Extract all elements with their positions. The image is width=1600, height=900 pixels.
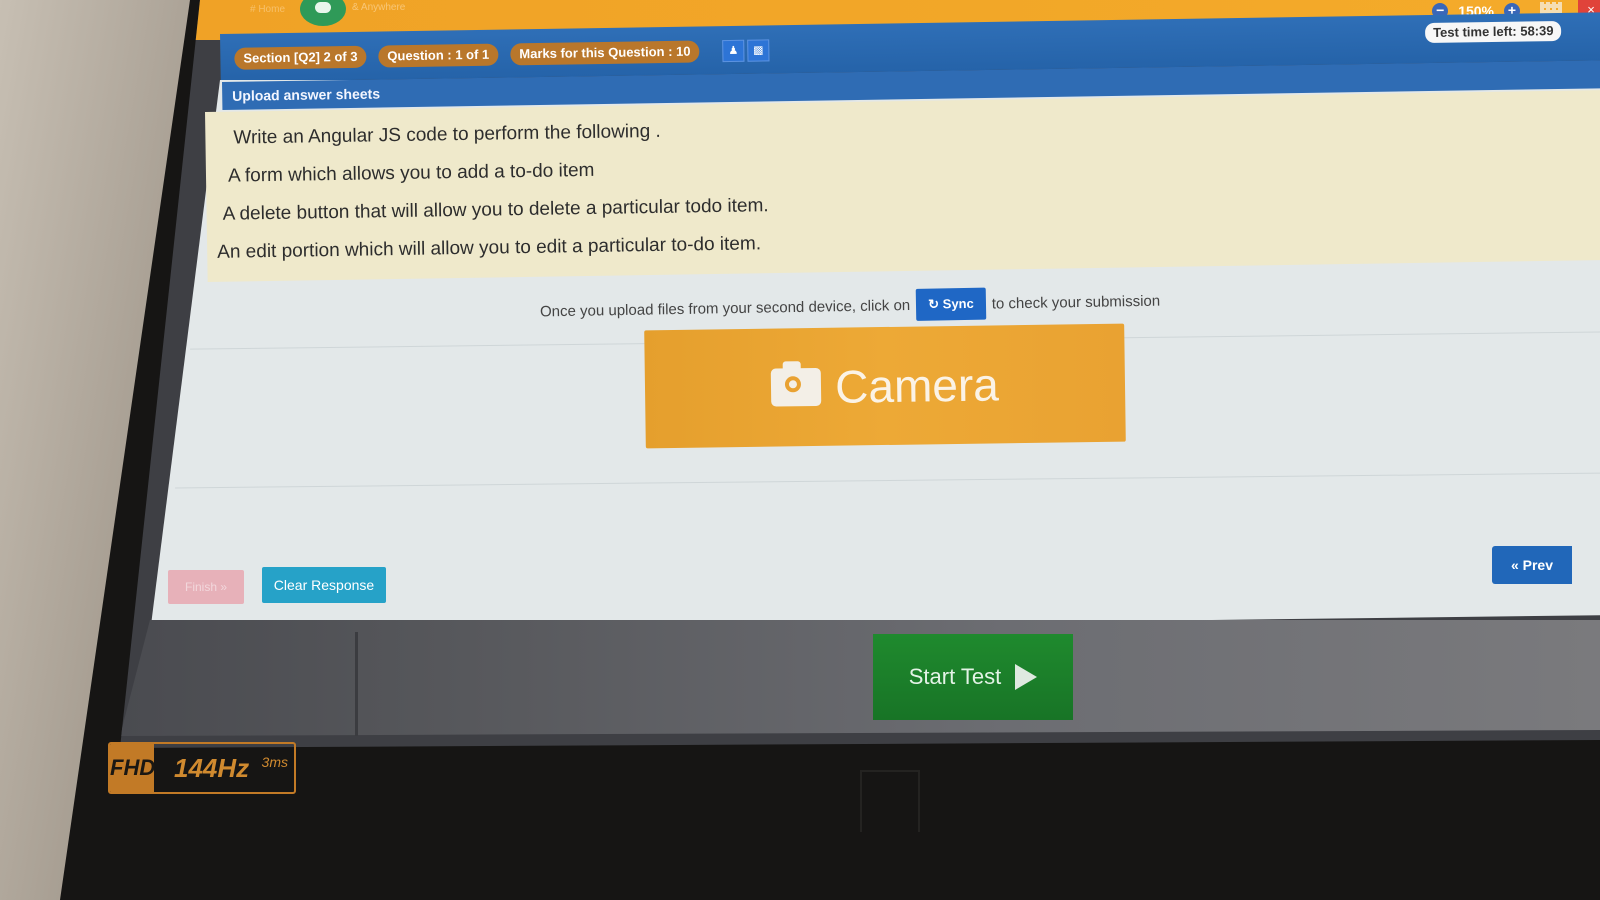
question-line: Write an Angular JS code to perform the …	[233, 120, 661, 149]
user-icon[interactable]: ♟	[722, 39, 745, 63]
finish-button[interactable]: Finish »	[168, 570, 244, 604]
home-nav-link[interactable]: # Home	[250, 4, 285, 15]
sync-button[interactable]: ↻ Sync	[915, 287, 987, 321]
clear-response-button[interactable]: Clear Response	[262, 567, 386, 603]
start-test-label: Start Test	[908, 664, 1002, 689]
response-time-label: 3ms	[261, 754, 288, 770]
refresh-rate-label: 144Hz 3ms	[154, 744, 294, 792]
start-test-button[interactable]: Start Test	[873, 634, 1073, 720]
divider	[355, 632, 358, 736]
marks-badge: Marks for this Question : 10	[510, 40, 700, 66]
camera-label: Camera	[834, 358, 1000, 413]
question-line: An edit portion which will allow you to …	[217, 233, 762, 263]
play-icon	[1015, 664, 1038, 690]
sync-prefix-text: Once you upload files from your second d…	[539, 296, 911, 320]
app-label: & Anywhere	[352, 2, 406, 13]
test-timer: Test time left: 58:39	[1424, 20, 1562, 44]
lower-background	[120, 620, 1600, 736]
refresh-icon: ↻	[928, 296, 943, 312]
question-line: A form which allows you to add a to-do i…	[227, 159, 595, 187]
section-badge: Section [Q2] 2 of 3	[234, 45, 367, 70]
question-badge: Question : 1 of 1	[378, 43, 499, 68]
question-text-box: Write an Angular JS code to perform the …	[205, 90, 1600, 282]
monitor-brand-logo-icon	[860, 770, 920, 832]
fhd-label: FHD	[110, 744, 155, 792]
monitor-badge: FHD 144Hz 3ms	[108, 742, 296, 794]
camera-icon	[770, 367, 822, 407]
prev-button[interactable]: « Prev	[1492, 546, 1572, 584]
chat-logo-icon[interactable]	[300, 0, 346, 26]
comment-icon[interactable]: ▩	[747, 39, 770, 62]
sync-suffix-text: to check your submission	[991, 292, 1161, 313]
camera-button[interactable]: Camera	[644, 323, 1126, 449]
question-line: A delete button that will allow you to d…	[222, 195, 769, 225]
